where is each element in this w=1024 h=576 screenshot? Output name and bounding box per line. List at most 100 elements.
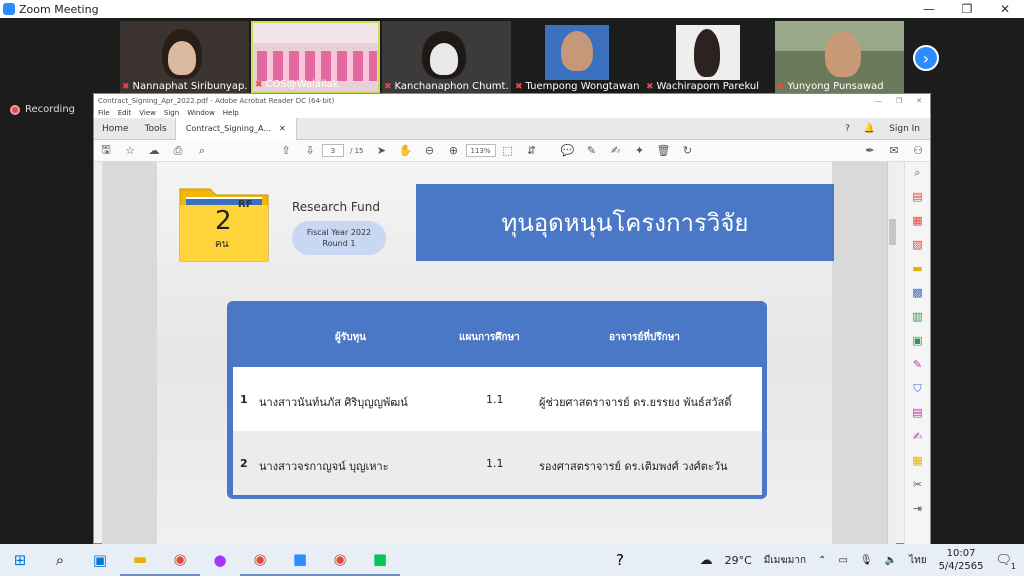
acrobat-title: Contract_Signing_Apr_2022.pdf - Adobe Ac…: [98, 96, 335, 105]
stamp-icon[interactable]: ✦: [628, 144, 652, 157]
header-advisor: อาจารย์ที่ปรึกษา: [609, 332, 680, 343]
volume-icon[interactable]: 🔈: [885, 555, 897, 566]
prev-page-icon[interactable]: ⇧: [274, 144, 298, 157]
menu-edit[interactable]: Edit: [118, 109, 132, 117]
menu-view[interactable]: View: [139, 109, 156, 117]
bell-icon[interactable]: 🔔: [864, 124, 875, 134]
chrome-icon[interactable]: ◉: [160, 544, 200, 576]
sign-icon[interactable]: ✒: [858, 144, 882, 157]
help-icon[interactable]: ?: [845, 124, 850, 134]
redact-icon[interactable]: ▤: [912, 406, 922, 423]
participant-tile[interactable]: ✖ Kanchanaphon Chumt...: [382, 21, 511, 93]
close-button[interactable]: ✕: [986, 2, 1024, 16]
fill-sign-icon[interactable]: ✍: [604, 144, 628, 157]
maximize-button[interactable]: ❐: [948, 2, 986, 16]
windows-start-icon[interactable]: ⊞: [0, 544, 40, 576]
close-tab-icon[interactable]: ✕: [279, 118, 286, 140]
fill-sign-tool-icon[interactable]: ✎: [913, 358, 922, 375]
star-icon[interactable]: ☆: [118, 144, 142, 157]
tab-tools[interactable]: Tools: [137, 124, 175, 134]
recording-indicator[interactable]: Recording: [10, 104, 75, 115]
compress-icon[interactable]: ▥: [912, 310, 922, 327]
study-plan: 1.1: [486, 457, 504, 470]
comment-icon[interactable]: 💬: [556, 144, 580, 157]
search-icon[interactable]: ⌕: [190, 144, 214, 158]
tab-home[interactable]: Home: [94, 124, 137, 134]
select-cursor-icon[interactable]: ➤: [370, 144, 394, 157]
messenger-icon[interactable]: ●: [200, 544, 240, 576]
comment-tool-icon[interactable]: ▬: [912, 262, 922, 279]
participant-tile[interactable]: ✖ Yunyong Punsawad: [775, 21, 904, 93]
save-icon[interactable]: 🖫: [94, 141, 118, 160]
line-icon[interactable]: ■: [360, 544, 400, 576]
notification-icon[interactable]: 🗨 1: [995, 553, 1016, 571]
next-page-icon[interactable]: ⇩: [298, 144, 322, 157]
mail-icon[interactable]: ✉: [882, 144, 906, 157]
hand-icon[interactable]: ✋: [394, 144, 418, 157]
zoom-level-select[interactable]: 113%: [465, 144, 496, 157]
organize-pages-icon[interactable]: ▦: [912, 214, 922, 231]
scrollbar-thumb[interactable]: [889, 219, 896, 245]
export-pdf-icon[interactable]: ▧: [912, 238, 922, 255]
zoom-search-icon[interactable]: ⌕: [914, 166, 920, 183]
chrome-icon[interactable]: ◉: [240, 544, 280, 576]
menu-window[interactable]: Window: [187, 109, 215, 117]
share-icon[interactable]: ⚇: [906, 144, 930, 157]
minimize-button[interactable]: —: [910, 2, 948, 16]
expand-pane-icon[interactable]: ⇥: [913, 502, 922, 519]
microphone-icon[interactable]: 🎙: [860, 555, 873, 566]
minimize-button[interactable]: —: [875, 97, 882, 105]
print-icon[interactable]: ⎙: [166, 144, 190, 158]
language-indicator[interactable]: ไทย: [909, 553, 926, 568]
network-icon[interactable]: ▭: [838, 555, 847, 566]
close-button[interactable]: ✕: [916, 97, 922, 105]
document-view[interactable]: RF 2 คน Research Fund Fiscal Year 2022 R…: [102, 162, 887, 545]
zoom-app-icon[interactable]: ■: [280, 544, 320, 576]
temperature[interactable]: 29°C: [725, 554, 752, 567]
menu-sign[interactable]: Sign: [164, 109, 179, 117]
chrome-icon[interactable]: ◉: [320, 544, 360, 576]
menu-help[interactable]: Help: [223, 109, 239, 117]
fit-page-icon[interactable]: ⬚: [496, 144, 520, 157]
scan-icon[interactable]: ▣: [912, 334, 922, 351]
advisor-name: ผู้ช่วยศาสตราจารย์ ดร.ยรรยง พันธ์สวัสดิ์: [539, 396, 732, 409]
study-plan: 1.1: [486, 393, 504, 406]
zoom-in-icon[interactable]: ⊕: [442, 144, 466, 157]
edit-pdf-icon[interactable]: ▦: [912, 454, 922, 471]
participant-tile-active[interactable]: ✖ COS@Walailak: [251, 21, 380, 93]
file-explorer-icon[interactable]: ▬: [120, 544, 160, 576]
rotate-icon[interactable]: ↻: [676, 144, 700, 157]
weather-icon[interactable]: ☁: [700, 553, 713, 568]
more-tools-icon[interactable]: ✂: [913, 478, 922, 495]
page-number-input[interactable]: 3: [322, 144, 344, 157]
maximize-button[interactable]: ❐: [896, 97, 902, 105]
menu-bar: File Edit View Sign Window Help: [94, 107, 930, 118]
search-icon[interactable]: ⌕: [40, 544, 80, 576]
weather-description[interactable]: มีเมฆมาก: [764, 553, 806, 568]
zoom-window-title: Zoom Meeting: [19, 2, 99, 16]
participant-name: Tuempong Wongtawan: [525, 81, 640, 92]
row-number: 1: [240, 393, 248, 406]
show-hidden-icon[interactable]: ⌃: [818, 555, 826, 566]
pen-icon[interactable]: ✎: [580, 144, 604, 157]
vertical-scrollbar[interactable]: [887, 162, 896, 545]
menu-file[interactable]: File: [98, 109, 110, 117]
tab-document[interactable]: Contract_Signing_A... ✕: [174, 117, 297, 140]
participant-tile[interactable]: ✖ Nannaphat Siribunyap...: [120, 21, 249, 93]
sign-tool-icon[interactable]: ✍: [913, 430, 922, 447]
protect-icon[interactable]: ⛉: [913, 382, 921, 399]
zoom-out-icon[interactable]: ⊖: [418, 144, 442, 157]
upload-icon[interactable]: ☁: [142, 144, 166, 157]
trash-icon[interactable]: 🗑: [652, 144, 676, 157]
store-icon[interactable]: ▣: [80, 544, 120, 576]
help-icon[interactable]: ?: [600, 544, 640, 576]
sign-in-link[interactable]: Sign In: [889, 124, 920, 134]
next-page-icon[interactable]: ›: [913, 45, 939, 71]
participant-tile[interactable]: ✖ Wachiraporn Parekul: [644, 21, 773, 93]
scroll-mode-icon[interactable]: ⇵: [520, 144, 544, 157]
recipients-table: ผู้รับทุน แผนการศึกษา อาจารย์ที่ปรึกษา 1…: [227, 301, 767, 499]
clock[interactable]: 10:07 5/4/2565: [939, 547, 984, 573]
create-pdf-icon[interactable]: ▤: [912, 190, 922, 207]
combine-files-icon[interactable]: ▩: [912, 286, 922, 303]
participant-tile[interactable]: ✖ Tuempong Wongtawan: [513, 21, 642, 93]
